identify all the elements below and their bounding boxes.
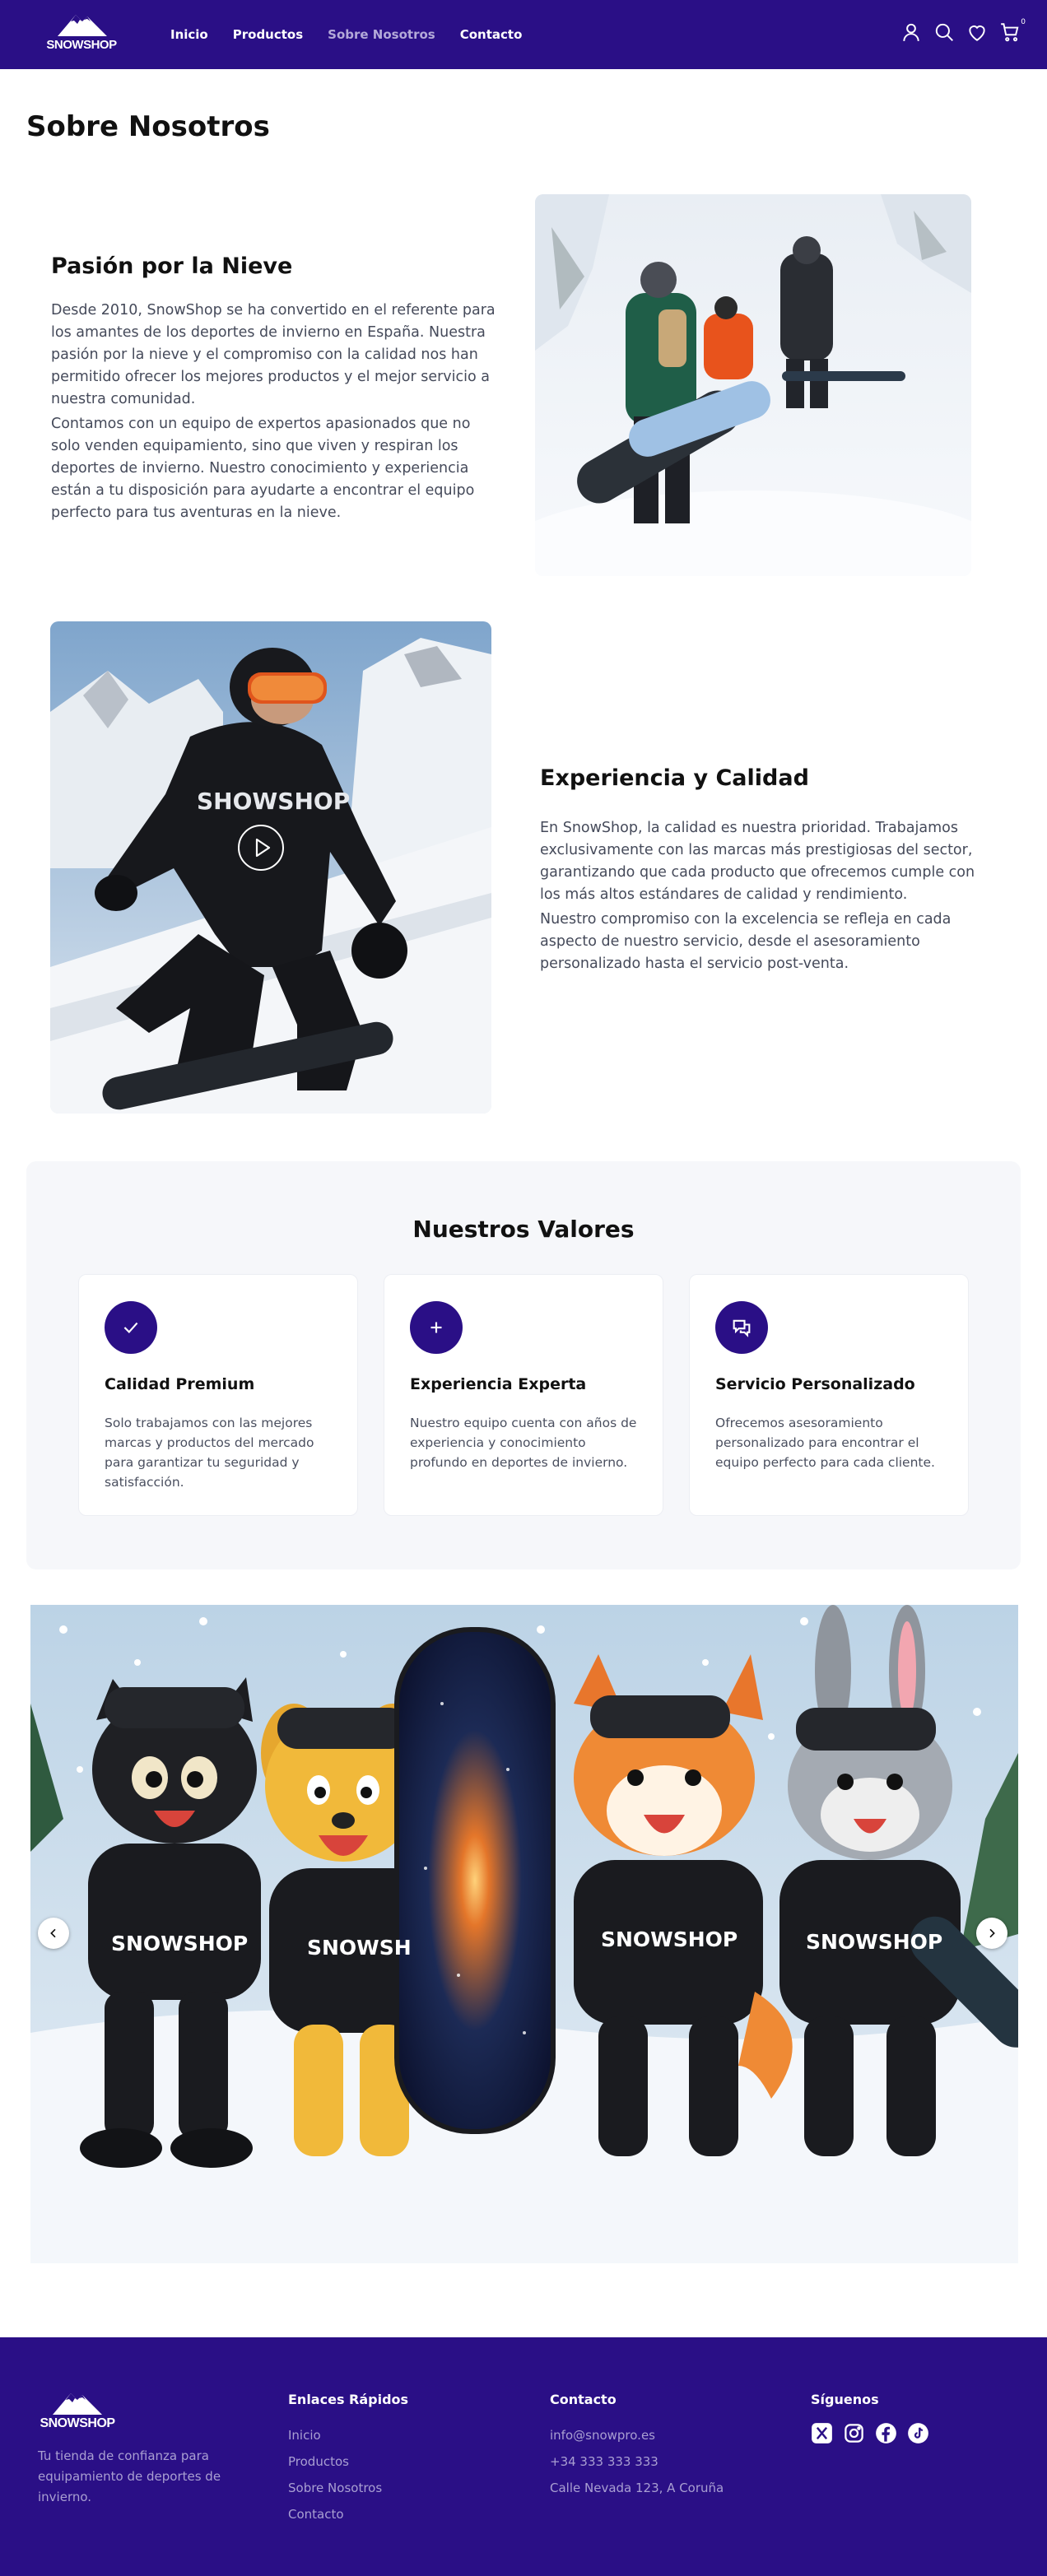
footer-email[interactable]: info@snowpro.es [550,2422,724,2448]
page-title: Sobre Nosotros [26,110,270,143]
hoodie-text-fox: SNOWSHOP [601,1927,738,1951]
footer-link-productos[interactable]: Productos [288,2448,408,2475]
footer-links-title: Enlaces Rápidos [288,2392,409,2407]
play-icon [255,838,271,858]
hoodie-text-dog: SNOWSH [307,1936,412,1960]
main-nav: Inicio Productos Sobre Nosotros Contacto [170,25,522,44]
snowboarders-group-image [535,194,971,576]
footer-social: Síguenos [811,2392,929,2444]
footer-link-sobre-nosotros[interactable]: Sobre Nosotros [288,2475,408,2501]
value-card-title: Servicio Personalizado [715,1375,915,1393]
user-icon[interactable] [900,21,922,43]
footer-contact: Contacto info@snowpro.es +34 333 333 333… [550,2392,724,2501]
footer: SNOWSHOP Tu tienda de confianza para equ… [0,2337,1047,2576]
passion-text: Desde 2010, SnowShop se ha convertido en… [51,300,496,524]
value-card-service: Servicio Personalizado Ofrecemos asesora… [689,1274,969,1516]
quality-text: En SnowShop, la calidad es nuestra prior… [540,817,976,975]
value-card-experience: Experiencia Experta Nuestro equipo cuent… [384,1274,663,1516]
quality-paragraph-1: En SnowShop, la calidad es nuestra prior… [540,820,975,903]
footer-contact-title: Contacto [550,2392,617,2407]
nav-link-productos[interactable]: Productos [233,25,303,44]
quality-heading: Experiencia y Calidad [540,765,809,791]
mountain-logo-icon [58,15,107,36]
brand-logo[interactable]: SNOWSHOP [44,12,119,58]
heart-icon[interactable] [966,21,988,43]
hoodie-text-cat: SNOWSHOP [111,1932,248,1955]
values-title: Nuestros Valores [412,1216,635,1243]
value-card-title: Calidad Premium [105,1375,255,1393]
value-card-body: Solo trabajamos con las mejores marcas y… [105,1416,314,1490]
facebook-icon[interactable] [875,2422,897,2444]
footer-brand-name: SNOWSHOP [40,2416,115,2430]
nav-link-contacto[interactable]: Contacto [460,25,523,44]
values-section: Nuestros Valores Calidad Premium Solo tr… [26,1161,1021,1569]
plus-icon [410,1301,463,1354]
play-video-button[interactable] [238,825,284,871]
mountain-logo-icon [53,2393,102,2415]
nav-actions: 0 [900,18,1026,43]
hoodie-brand-text: SHOWSHOP [197,788,350,815]
carousel-prev-button[interactable] [38,1918,69,1949]
nav-link-sobre-nosotros[interactable]: Sobre Nosotros [328,25,435,44]
footer-address: Calle Nevada 123, A Coruña [550,2481,724,2495]
hoodie-text-rabbit: SNOWSHOP [806,1930,942,1954]
cart-icon[interactable]: 0 [999,18,1026,43]
passion-heading: Pasión por la Nieve [51,253,293,279]
footer-tagline: Tu tienda de confianza para equipamiento… [38,2448,221,2504]
navbar: SNOWSHOP Inicio Productos Sobre Nosotros… [0,0,1047,69]
value-card-title: Experiencia Experta [410,1375,587,1393]
search-icon[interactable] [933,21,955,43]
x-icon[interactable] [811,2422,833,2444]
chat-icon [715,1301,768,1354]
passion-paragraph-2: Contamos con un equipo de expertos apasi… [51,416,475,521]
footer-link-contacto[interactable]: Contacto [288,2501,408,2527]
instagram-icon[interactable] [843,2422,865,2444]
footer-link-inicio[interactable]: Inicio [288,2422,408,2448]
passion-paragraph-1: Desde 2010, SnowShop se ha convertido en… [51,302,496,407]
value-card-quality: Calidad Premium Solo trabajamos con las … [78,1274,358,1516]
mascots-carousel[interactable]: SNOWSHOP SNOWSH SNOWSHOP SNOWSHOP [30,1605,1018,2263]
quality-paragraph-2: Nuestro compromiso con la excelencia se … [540,911,952,972]
nav-link-inicio[interactable]: Inicio [170,25,208,44]
footer-quick-links: Enlaces Rápidos Inicio Productos Sobre N… [288,2392,408,2527]
carousel-next-button[interactable] [976,1918,1007,1949]
cart-count-badge: 0 [1021,18,1026,26]
check-icon [105,1301,157,1354]
mascots-slide-image: SNOWSHOP SNOWSH SNOWSHOP SNOWSHOP [30,1605,1018,2263]
brand-name: SNOWSHOP [46,38,117,52]
value-card-body: Ofrecemos asesoramiento personalizado pa… [715,1416,935,1470]
footer-phone: +34 333 333 333 [550,2454,658,2469]
footer-social-title: Síguenos [811,2392,879,2407]
footer-logo[interactable]: SNOWSHOP [38,2390,117,2436]
chevron-right-icon [989,1928,995,1938]
tiktok-icon[interactable] [907,2422,929,2444]
chevron-left-icon [50,1928,56,1938]
value-card-body: Nuestro equipo cuenta con años de experi… [410,1416,637,1470]
